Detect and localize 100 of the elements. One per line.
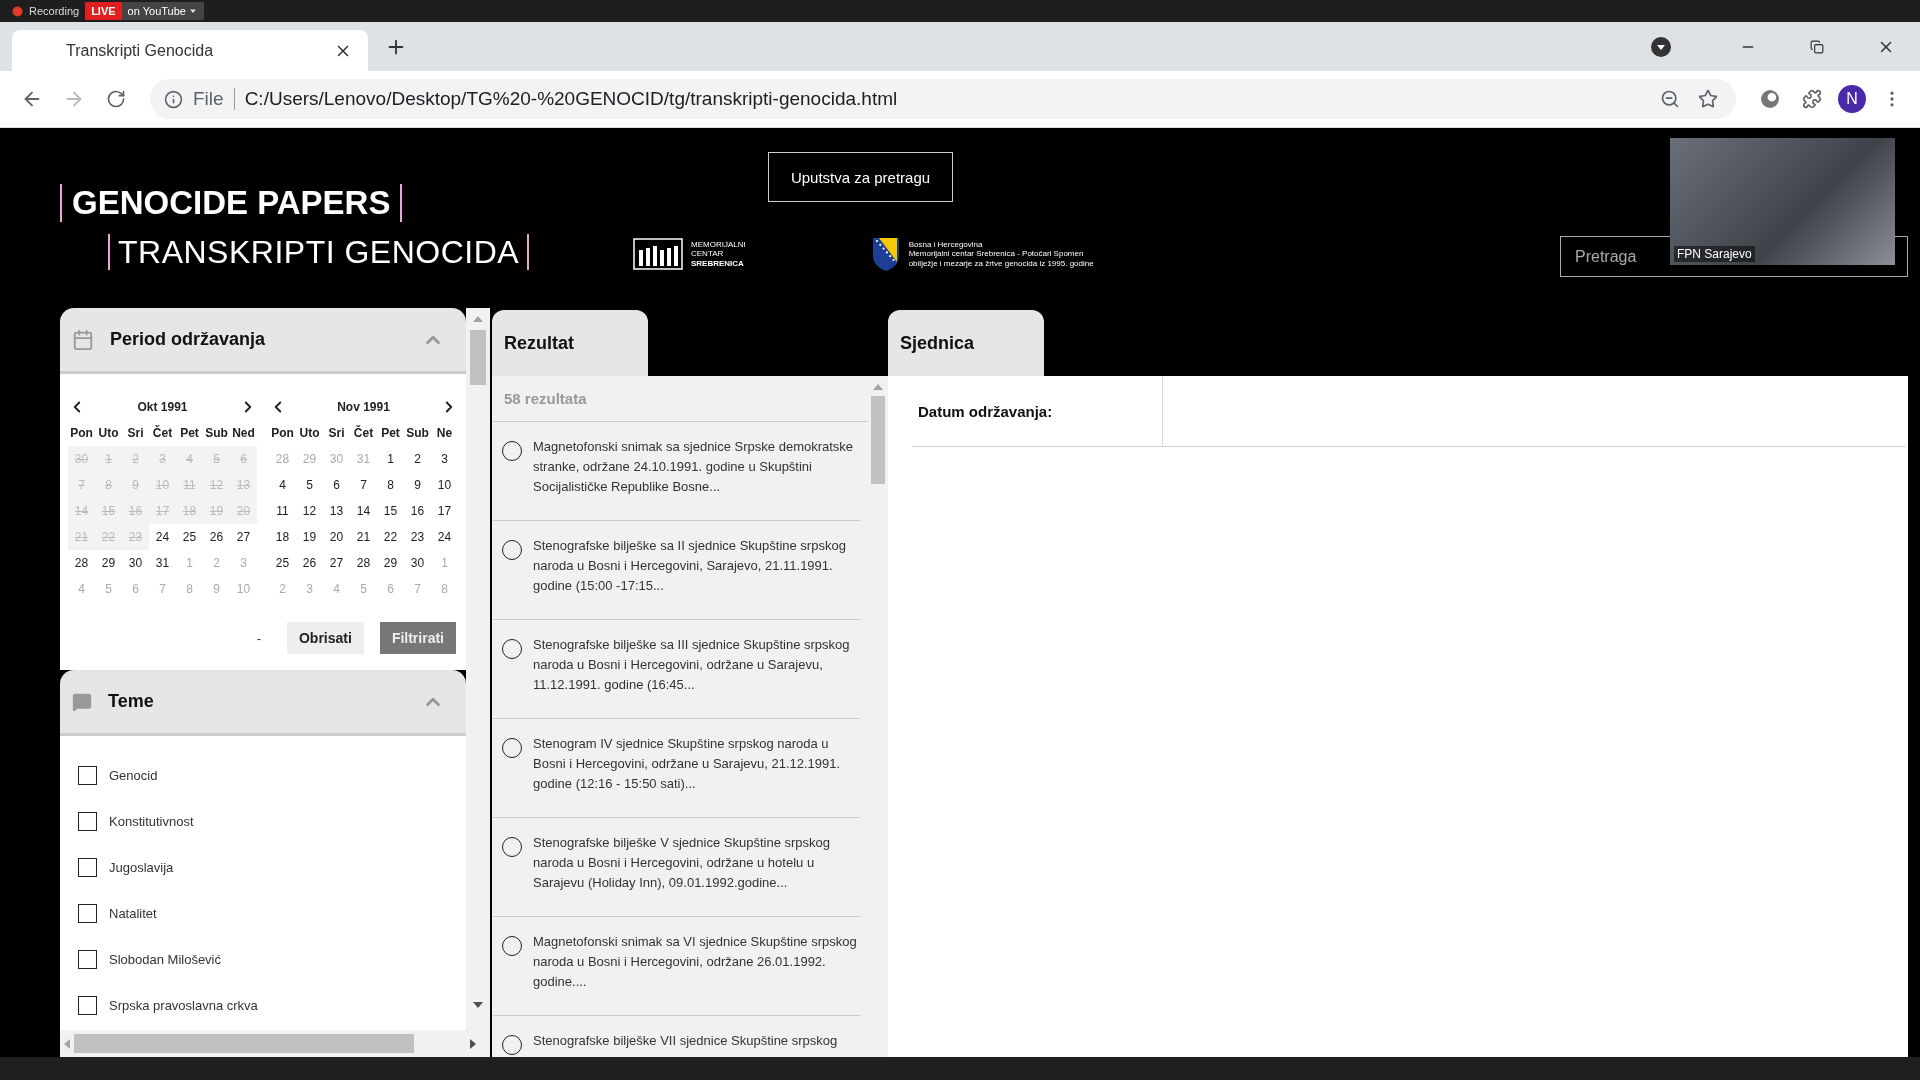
weekday-label: Ne xyxy=(435,425,454,442)
calendar-day[interactable]: 12 xyxy=(296,498,323,524)
calendar-day[interactable]: 30 xyxy=(122,550,149,576)
comment-icon xyxy=(72,691,92,712)
site-title: GENOCIDE PAPERS xyxy=(60,184,403,222)
weekday-label: Pon xyxy=(270,425,295,442)
calendar-day[interactable]: 28 xyxy=(68,550,95,576)
weekday-label: Ned xyxy=(231,425,256,442)
calendar-day[interactable]: 5 xyxy=(296,472,323,498)
calendar-day: 19 xyxy=(203,498,230,524)
calendar-day: 11 xyxy=(176,472,203,498)
calendar-day[interactable]: 24 xyxy=(431,524,458,550)
calendar-day[interactable]: 26 xyxy=(296,550,323,576)
site-subtitle: TRANSKRIPTI GENOCIDA xyxy=(108,234,530,270)
section-header[interactable]: Period održavanja xyxy=(60,308,466,374)
weekday-label: Sri xyxy=(327,425,346,442)
result-title: Stenografske bilješke VII sjednice Skupštine srpskog xyxy=(533,1032,838,1050)
calendar-day[interactable]: 17 xyxy=(431,498,458,524)
calendar-day: 16 xyxy=(122,498,149,524)
calendar-day: 6 xyxy=(230,446,257,472)
result-count: 58 rezultata xyxy=(492,376,868,422)
logo-text: SREBRENICA xyxy=(691,258,745,269)
clear-button[interactable]: Obrisati xyxy=(286,622,364,654)
checkbox[interactable] xyxy=(78,857,97,877)
address-bar[interactable]: File C:/Users/Lenovo/Desktop/TG%20-%20GENOCID/tg/transkripti-genocida.html xyxy=(150,79,1736,119)
calendar-day[interactable]: 29 xyxy=(377,550,404,576)
calendar-day[interactable]: 22 xyxy=(377,524,404,550)
checkbox[interactable] xyxy=(78,765,97,785)
topic-label: Jugoslavija xyxy=(109,859,174,875)
calendar-day[interactable]: 28 xyxy=(350,550,377,576)
calendar-day[interactable]: 16 xyxy=(404,498,431,524)
calendar-day[interactable]: 19 xyxy=(296,524,323,550)
calendar-day[interactable]: 25 xyxy=(269,550,296,576)
calendar-day[interactable]: 27 xyxy=(323,550,350,576)
result-title: Stenografske bilješke V sjednice Skupštine srpskog naroda u Bosni i Hercegovini, održane u hotelu u Sarajevu (Holiday Inn), 09.01.1992.godine... xyxy=(533,834,831,892)
weekday-label: Pon xyxy=(69,425,94,442)
url-text: C:/Users/Lenovo/Desktop/TG%20-%20GENOCID/tg/transkripti-genocida.html xyxy=(244,88,899,110)
browser-tab[interactable]: Transkripti Genocida xyxy=(12,30,368,71)
calendar-day[interactable]: 18 xyxy=(269,524,296,550)
calendar-day[interactable]: 25 xyxy=(176,524,203,550)
platform-dropdown[interactable]: on YouTube xyxy=(121,2,204,20)
range-separator: - xyxy=(256,630,261,646)
calendar-day: 7 xyxy=(68,472,95,498)
result-title: Stenografske bilješke sa II sjednice Skupštine srpskog naroda u Bosni i Hercegovini, Sarajevo, 21.11.1991. godine (15:00 -17:15... xyxy=(533,537,847,595)
calendar-day[interactable]: 13 xyxy=(323,498,350,524)
calendar-day: 8 xyxy=(95,472,122,498)
calendar-day[interactable]: 29 xyxy=(95,550,122,576)
calendar-day[interactable]: 11 xyxy=(269,498,296,524)
calendar-day: 22 xyxy=(95,524,122,550)
month-label: Okt 1991 xyxy=(137,400,188,414)
field-label: Datum održavanja: xyxy=(912,376,1163,446)
calendar-day[interactable]: 3 xyxy=(431,446,458,472)
tab-search-icon[interactable] xyxy=(1649,34,1673,59)
calendar-day[interactable]: 9 xyxy=(404,472,431,498)
logo-text: obilježje i mezarje za žrtve genocida iz 1995. godine xyxy=(908,258,1094,269)
calendar-day[interactable]: 1 xyxy=(377,446,404,472)
calendar-day[interactable]: 30 xyxy=(404,550,431,576)
recording-icon xyxy=(12,5,23,17)
calendar-day: 23 xyxy=(122,524,149,550)
filter-button[interactable]: Filtrirati xyxy=(379,622,456,654)
calendar-day[interactable]: 20 xyxy=(323,524,350,550)
profile-avatar[interactable]: N xyxy=(1838,85,1866,113)
calendar-day[interactable]: 7 xyxy=(350,472,377,498)
participant-name: FPN Sarajevo xyxy=(1674,246,1755,262)
calendar-day[interactable]: 27 xyxy=(230,524,257,550)
calendar-day[interactable]: 15 xyxy=(377,498,404,524)
logo-text: Bosna i Hercegovina xyxy=(908,239,984,250)
memorial-logo-icon xyxy=(633,238,683,270)
weekday-label: Sub xyxy=(204,425,229,442)
calendar-day[interactable]: 14 xyxy=(350,498,377,524)
live-badge: LIVE xyxy=(85,2,122,20)
calendar-day[interactable]: 21 xyxy=(350,524,377,550)
help-button[interactable]: Uputstva za pretragu xyxy=(768,152,953,202)
calendar-day[interactable]: 26 xyxy=(203,524,230,550)
checkbox[interactable] xyxy=(78,811,97,831)
checkbox[interactable] xyxy=(78,949,97,969)
calendar-day: 14 xyxy=(68,498,95,524)
calendar-day: 15 xyxy=(95,498,122,524)
checkbox[interactable] xyxy=(78,995,97,1015)
horizontal-scrollbar[interactable] xyxy=(60,1030,490,1057)
calendar-day[interactable]: 23 xyxy=(404,524,431,550)
calendar-day[interactable]: 31 xyxy=(149,550,176,576)
calendar-day[interactable]: 24 xyxy=(149,524,176,550)
weekday-label: Sri xyxy=(126,425,145,442)
topic-label: Srpska pravoslavna crkva xyxy=(109,997,258,1013)
checkbox[interactable] xyxy=(78,903,97,923)
calendar-day: 4 xyxy=(176,446,203,472)
calendar-day[interactable]: 2 xyxy=(404,446,431,472)
calendar-day[interactable]: 4 xyxy=(269,472,296,498)
section-header[interactable]: Teme xyxy=(60,670,466,736)
calendar-day: 21 xyxy=(68,524,95,550)
scrollbar[interactable] xyxy=(466,308,490,1030)
weekday-label: Uto xyxy=(298,425,321,442)
calendar-day: 10 xyxy=(149,472,176,498)
calendar-day[interactable]: 6 xyxy=(323,472,350,498)
flag-icon xyxy=(870,236,901,272)
topic-label: Genocid xyxy=(109,767,158,783)
month-label: Nov 1991 xyxy=(337,400,390,414)
calendar-day[interactable]: 10 xyxy=(431,472,458,498)
calendar-day[interactable]: 8 xyxy=(377,472,404,498)
